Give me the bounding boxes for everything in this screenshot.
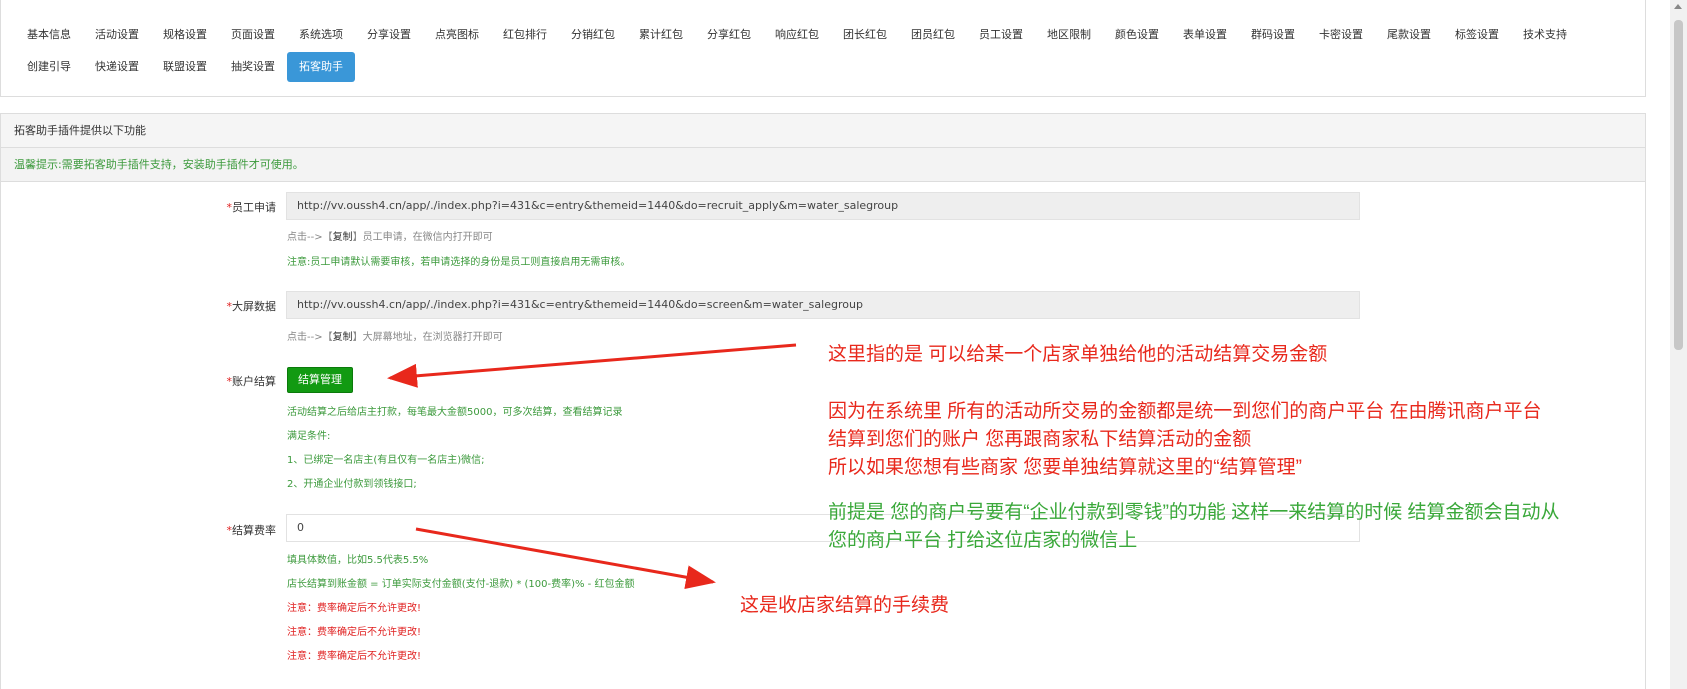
scroll-up-arrow-icon[interactable] (1674, 4, 1682, 9)
arrow-to-fee-rate (415, 527, 716, 590)
scroll-thumb[interactable] (1674, 20, 1683, 350)
arrow-to-settlement-button (387, 343, 797, 388)
page-scrollbar[interactable] (1670, 0, 1687, 689)
annotation-arrows (387, 343, 797, 590)
